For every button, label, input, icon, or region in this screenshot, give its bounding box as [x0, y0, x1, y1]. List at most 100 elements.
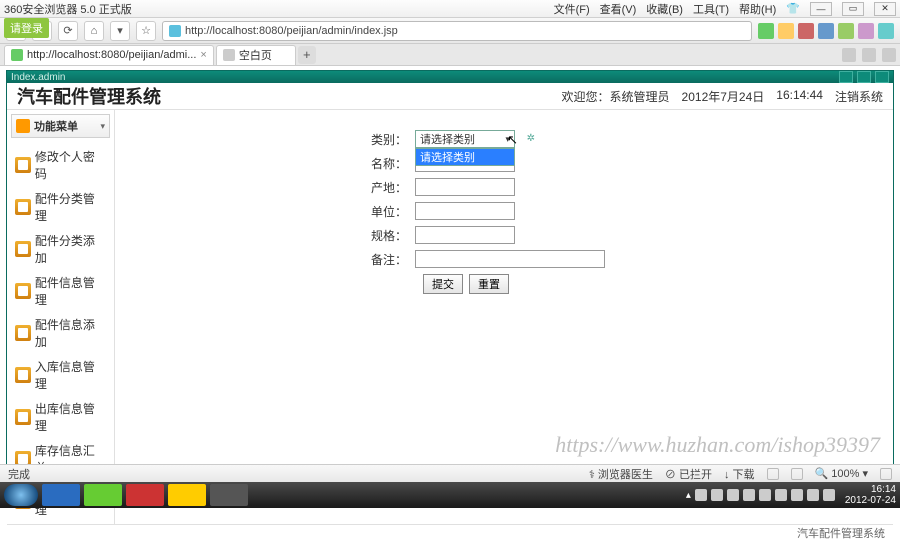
ext-icon-6[interactable] — [858, 23, 874, 39]
logout-link[interactable]: 注销系统 — [835, 88, 883, 105]
url-bar[interactable]: http://localhost:8080/peijian/admin/inde… — [162, 21, 752, 41]
label-remark: 备注： — [125, 251, 415, 268]
status-expand-icon[interactable] — [880, 468, 892, 480]
maximize-button[interactable]: ▭ — [842, 2, 864, 16]
ext-icon-2[interactable] — [778, 23, 794, 39]
sidebar-item-category-add[interactable]: 配件分类添加 — [11, 230, 110, 268]
category-select[interactable]: 请选择类别 ▾ — [415, 130, 515, 148]
task-app1[interactable] — [126, 484, 164, 506]
label-unit: 单位： — [125, 203, 415, 220]
menu-help[interactable]: 帮助(H) — [739, 1, 776, 17]
sidebar-item-category-manage[interactable]: 配件分类管理 — [11, 188, 110, 226]
sidebar-item-inbound[interactable]: 入库信息管理 — [11, 356, 110, 394]
task-ie[interactable] — [42, 484, 80, 506]
tray-up-icon[interactable]: ▴ — [686, 490, 691, 501]
tray-icon[interactable] — [775, 489, 787, 501]
label-place: 产地： — [125, 179, 415, 196]
toolbar-icons — [758, 23, 894, 39]
status-mute-icon[interactable] — [767, 468, 779, 480]
dropdown-option[interactable]: 请选择类别 — [416, 149, 514, 165]
favicon-icon — [223, 49, 235, 61]
status-block[interactable]: ⊘ 已拦开 — [665, 466, 712, 482]
tab-label: 空白页 — [239, 47, 272, 63]
label-category: 类别： — [125, 131, 415, 148]
ext-icon-5[interactable] — [838, 23, 854, 39]
app-close-button[interactable] — [875, 71, 889, 83]
welcome-text: 欢迎您：系统管理员 — [562, 88, 670, 105]
ext-icon-1[interactable] — [758, 23, 774, 39]
sidebar-item-password[interactable]: 修改个人密码 — [11, 146, 110, 184]
item-icon — [15, 325, 31, 341]
menu-view[interactable]: 查看(V) — [600, 1, 637, 17]
sidebar-header-label: 功能菜单 — [34, 118, 78, 134]
remark-input[interactable] — [415, 250, 605, 268]
menu-tools[interactable]: 工具(T) — [693, 1, 729, 17]
stop-button[interactable]: ▾ — [110, 21, 130, 41]
tab-close-icon[interactable]: × — [200, 49, 206, 61]
submit-button[interactable]: 提交 — [423, 274, 463, 294]
status-doctor[interactable]: ⚕ 浏览器医生 — [589, 466, 653, 482]
close-button[interactable]: ✕ — [874, 2, 896, 16]
unit-input[interactable] — [415, 202, 515, 220]
minimize-button[interactable]: — — [810, 2, 832, 16]
taskbar-clock[interactable]: 16:14 2012-07-24 — [845, 484, 896, 506]
skin-icon[interactable]: 👕 — [786, 2, 800, 15]
app-min-button[interactable] — [839, 71, 853, 83]
task-eclipse[interactable] — [210, 484, 248, 506]
main-panel: 类别： 请选择类别 ▾ ↖ ✲ 请选择类别 名称： 产地： — [115, 110, 893, 524]
sidebar-item-part-manage[interactable]: 配件信息管理 — [11, 272, 110, 310]
item-icon — [15, 241, 31, 257]
category-dropdown: 请选择类别 — [415, 148, 515, 166]
taskbar: ▴ 16:14 2012-07-24 — [0, 482, 900, 508]
tray-icon[interactable] — [807, 489, 819, 501]
system-tray: ▴ 16:14 2012-07-24 — [686, 484, 896, 506]
tray-icon[interactable] — [727, 489, 739, 501]
status-zoom[interactable]: 🔍 100% ▾ — [815, 467, 868, 480]
star-button[interactable]: ☆ — [136, 21, 156, 41]
sidebar-item-part-add[interactable]: 配件信息添加 — [11, 314, 110, 352]
status-download[interactable]: ↓ 下载 — [724, 466, 755, 482]
spec-input[interactable] — [415, 226, 515, 244]
sidebar-header[interactable]: 功能菜单 ▾ — [11, 114, 110, 138]
login-tag[interactable]: 请登录 — [4, 18, 49, 38]
tray-icon[interactable] — [711, 489, 723, 501]
home-button[interactable]: ⌂ — [84, 21, 104, 41]
tray-icon[interactable] — [695, 489, 707, 501]
sidebar-item-outbound[interactable]: 出库信息管理 — [11, 398, 110, 436]
task-360[interactable] — [84, 484, 122, 506]
tray-icon[interactable] — [743, 489, 755, 501]
item-icon — [15, 199, 31, 215]
tab-1[interactable]: http://localhost:8080/peijian/admi... × — [4, 45, 214, 65]
new-tab-button[interactable]: + — [298, 46, 316, 64]
reload-button[interactable]: ⟳ — [58, 21, 78, 41]
ext-icon-4[interactable] — [818, 23, 834, 39]
tray-icon[interactable] — [791, 489, 803, 501]
restore-tab-icon[interactable] — [842, 48, 856, 62]
tab-2[interactable]: 空白页 — [216, 45, 296, 65]
app-max-button[interactable] — [857, 71, 871, 83]
menu-icon — [16, 119, 30, 133]
browser-title: 360安全浏览器 5.0 正式版 — [4, 1, 132, 17]
task-explorer[interactable] — [168, 484, 206, 506]
url-text: http://localhost:8080/peijian/admin/inde… — [185, 25, 398, 37]
item-icon — [15, 409, 31, 425]
place-input[interactable] — [415, 178, 515, 196]
reset-button[interactable]: 重置 — [469, 274, 509, 294]
item-icon — [15, 283, 31, 299]
close-all-icon[interactable] — [882, 48, 896, 62]
date-text: 2012年7月24日 — [682, 88, 765, 105]
item-icon — [15, 367, 31, 383]
ext-icon-7[interactable] — [878, 23, 894, 39]
start-button[interactable] — [4, 484, 38, 506]
tray-icon[interactable] — [823, 489, 835, 501]
browser-statusbar: 完成 ⚕ 浏览器医生 ⊘ 已拦开 ↓ 下载 🔍 100% ▾ — [0, 464, 900, 482]
sidebar: 功能菜单 ▾ 修改个人密码 配件分类管理 配件分类添加 配件信息管理 配件信息添… — [7, 110, 115, 524]
tab-label: http://localhost:8080/peijian/admi... — [27, 49, 196, 61]
status-render-icon[interactable] — [791, 468, 803, 480]
menu-fav[interactable]: 收藏(B) — [646, 1, 683, 17]
tray-icon[interactable] — [759, 489, 771, 501]
tab-menu-icon[interactable] — [862, 48, 876, 62]
menu-file[interactable]: 文件(F) — [554, 1, 590, 17]
ext-icon-3[interactable] — [798, 23, 814, 39]
loading-icon: ✲ — [527, 133, 535, 144]
